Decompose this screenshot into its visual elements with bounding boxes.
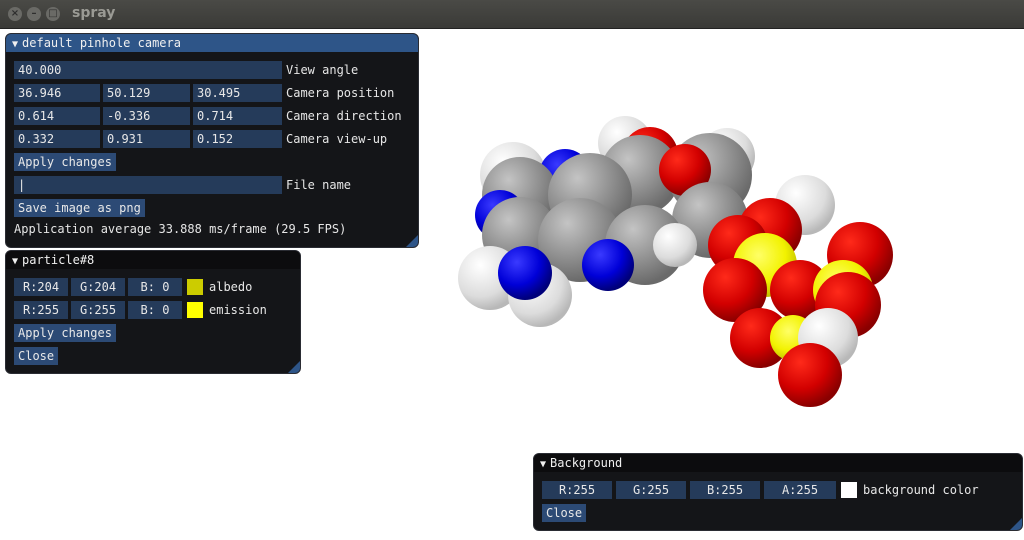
albedo-g-input[interactable]: G:204 [71,278,125,296]
particle-apply-button[interactable]: Apply changes [14,324,116,342]
view-angle-label: View angle [286,63,359,77]
camera-direction-z-input[interactable]: 0.714 [193,107,282,125]
albedo-r-input[interactable]: R:204 [14,278,68,296]
camera-position-y-input[interactable]: 50.129 [103,84,190,102]
close-icon[interactable]: × [8,7,22,21]
background-color-swatch[interactable] [841,482,857,498]
particle-panel: ▼ particle#8 R:204 G:204 B: 0 albedo R:25… [5,250,301,374]
window-titlebar: × – □ spray [0,0,1024,29]
window-title: spray [72,5,116,21]
camera-apply-button[interactable]: Apply changes [14,153,116,171]
camera-panel-title: default pinhole camera [22,36,181,50]
maximize-icon[interactable]: □ [46,7,60,21]
emission-color-swatch[interactable] [187,302,203,318]
particle-close-button[interactable]: Close [14,347,59,365]
camera-direction-x-input[interactable]: 0.614 [14,107,100,125]
particle-panel-header[interactable]: ▼ particle#8 [6,251,300,269]
resize-grip-icon[interactable] [288,361,300,373]
emission-label: emission [209,303,267,317]
collapse-triangle-icon[interactable]: ▼ [12,39,18,50]
camera-direction-y-input[interactable]: -0.336 [103,107,190,125]
atom-hydrogen [653,223,697,267]
particle-panel-title: particle#8 [22,253,95,267]
minimize-icon[interactable]: – [27,7,41,21]
save-image-button[interactable]: Save image as png [14,199,145,217]
camera-view-up-y-input[interactable]: 0.931 [103,130,190,148]
background-panel-header[interactable]: ▼ Background [534,454,1022,472]
camera-position-label: Camera position [286,86,395,100]
albedo-b-input[interactable]: B: 0 [128,278,182,296]
atom-nitrogen [498,246,552,300]
camera-position-z-input[interactable]: 30.495 [193,84,282,102]
camera-direction-label: Camera direction [286,109,402,123]
background-g-input[interactable]: G:255 [616,481,686,499]
background-close-button[interactable]: Close [542,504,587,522]
albedo-color-swatch[interactable] [187,279,203,295]
emission-r-input[interactable]: R:255 [14,301,68,319]
emission-g-input[interactable]: G:255 [71,301,125,319]
fps-status-text: Application average 33.888 ms/frame (29.… [14,222,347,236]
camera-view-up-label: Camera view-up [286,132,388,146]
albedo-label: albedo [209,280,253,294]
molecule-model [458,116,893,407]
file-name-input[interactable]: | [14,176,282,194]
camera-panel: ▼ default pinhole camera 40.000 View angl… [5,33,419,248]
resize-grip-icon[interactable] [1010,518,1022,530]
resize-grip-icon[interactable] [406,235,418,247]
background-b-input[interactable]: B:255 [690,481,760,499]
camera-view-up-z-input[interactable]: 0.152 [193,130,282,148]
view-angle-input[interactable]: 40.000 [14,61,282,79]
atom-oxygen [778,343,842,407]
background-panel: ▼ Background R:255 G:255 B:255 A:255 back… [533,453,1023,531]
camera-position-x-input[interactable]: 36.946 [14,84,100,102]
collapse-triangle-icon[interactable]: ▼ [12,256,18,267]
camera-view-up-x-input[interactable]: 0.332 [14,130,100,148]
emission-b-input[interactable]: B: 0 [128,301,182,319]
camera-panel-header[interactable]: ▼ default pinhole camera [6,34,418,52]
atom-nitrogen [582,239,634,291]
background-r-input[interactable]: R:255 [542,481,612,499]
file-name-label: File name [286,178,352,192]
background-panel-title: Background [550,456,623,470]
background-a-input[interactable]: A:255 [764,481,836,499]
collapse-triangle-icon[interactable]: ▼ [540,459,546,470]
background-color-label: background color [863,483,979,497]
